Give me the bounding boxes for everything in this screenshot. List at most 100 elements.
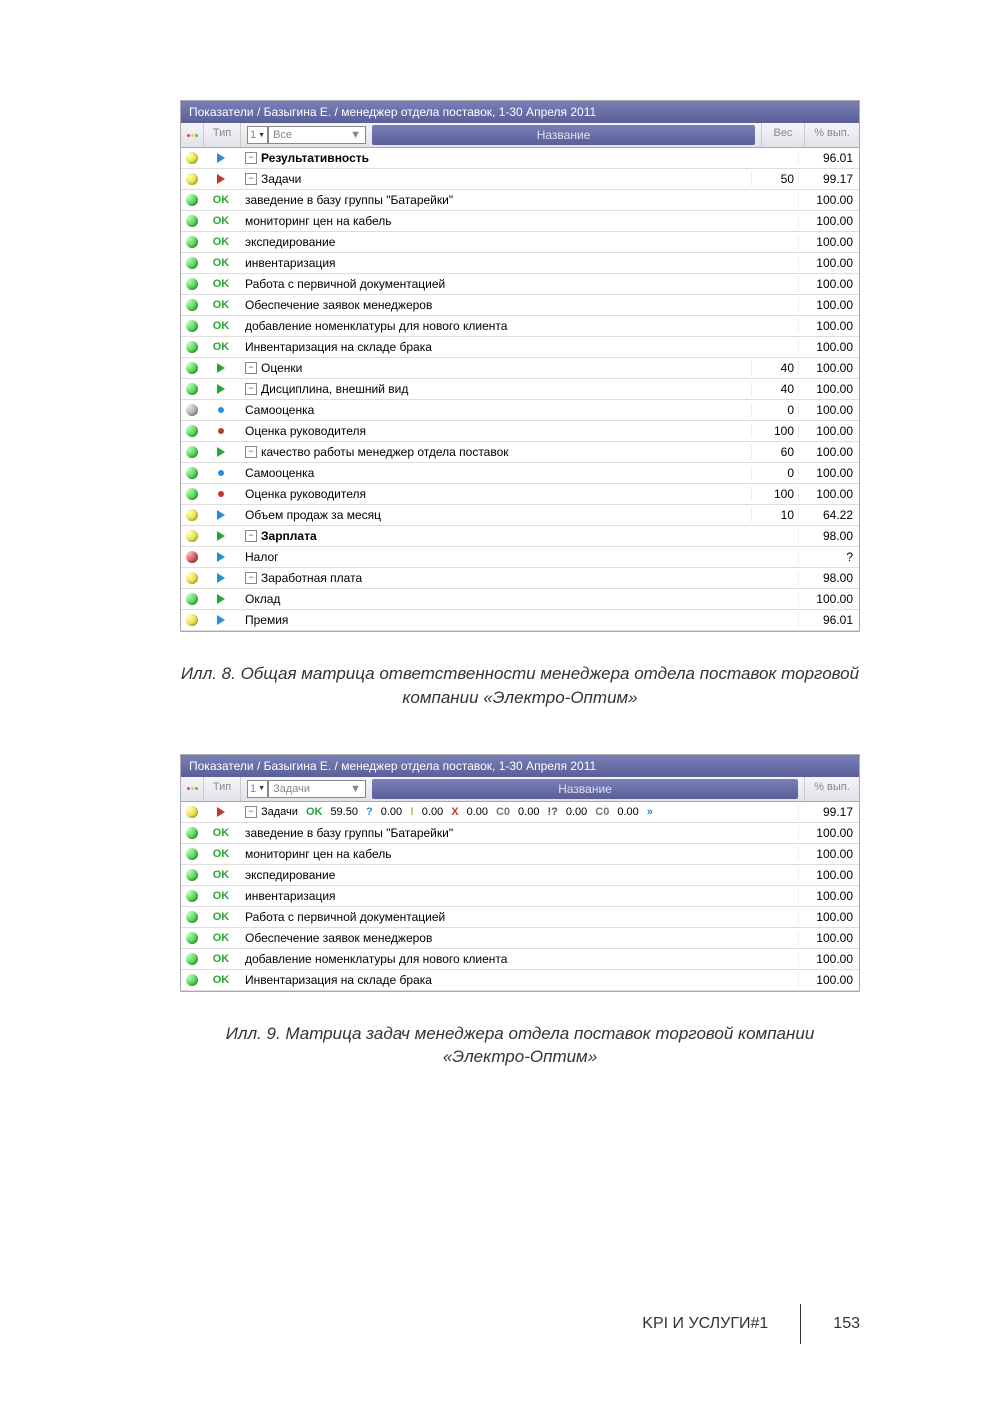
row-weight: 0: [751, 403, 798, 417]
table-row[interactable]: Самооценка 0100.00: [181, 463, 859, 484]
ok-icon: OK: [213, 869, 230, 881]
row-weight: 50: [751, 172, 798, 186]
ok-icon: OK: [213, 278, 230, 290]
row-pct: 100.00: [798, 466, 859, 480]
ok-icon: OK: [213, 194, 230, 206]
row-name: мониторинг цен на кабель: [245, 214, 391, 228]
status-ball: [186, 974, 198, 986]
table-row[interactable]: −Задачи5099.17: [181, 169, 859, 190]
status-ball: [186, 278, 198, 290]
ok-icon: OK: [213, 257, 230, 269]
row-pct: 100.00: [798, 193, 859, 207]
table-row[interactable]: −Зарплата98.00: [181, 526, 859, 547]
table-row[interactable]: −Результативность96.01: [181, 148, 859, 169]
table-row[interactable]: OK заведение в базу группы "Батарейки" 100…: [181, 190, 859, 211]
level-spinner[interactable]: 1▼: [247, 780, 268, 798]
row-pct: 100.00: [798, 340, 859, 354]
collapse-toggle[interactable]: −: [245, 152, 257, 164]
header-status: [181, 123, 204, 147]
table-row[interactable]: OKэкспедирование100.00: [181, 232, 859, 253]
table-row[interactable]: OKдобавление номенклатуры для нового кли…: [181, 316, 859, 337]
status-ball: [186, 551, 198, 563]
row-name: Оценка руководителя: [245, 424, 366, 438]
filter-select[interactable]: Задачи▼: [268, 780, 366, 798]
row-name: экспедирование: [245, 235, 335, 249]
status-ball: [186, 593, 198, 605]
table-row[interactable]: OKИнвентаризация на складе брака100.00: [181, 970, 859, 991]
more-icon[interactable]: »: [647, 806, 653, 818]
table-row[interactable]: OK экспедирование 100.00: [181, 865, 859, 886]
table-row[interactable]: −качество работы менеджер отдела поставо…: [181, 442, 859, 463]
row-pct: 100.00: [798, 256, 859, 270]
row-name: Заработная плата: [261, 571, 362, 585]
row-pct: 100.00: [798, 868, 859, 882]
table-row[interactable]: −Оценки40100.00: [181, 358, 859, 379]
ok-icon: OK: [213, 953, 230, 965]
table-row[interactable]: −Заработная плата98.00: [181, 568, 859, 589]
table-row[interactable]: −Дисциплина, внешний вид40100.00: [181, 379, 859, 400]
table-row[interactable]: OKдобавление номенклатуры для нового кли…: [181, 949, 859, 970]
row-pct: 96.01: [798, 613, 859, 627]
arrow-icon: [217, 174, 225, 184]
table-row[interactable]: OK мониторинг цен на кабель 100.00: [181, 211, 859, 232]
table-row[interactable]: OKинвентаризация100.00: [181, 886, 859, 907]
status-ball: [186, 467, 198, 479]
table-row[interactable]: Оклад100.00: [181, 589, 859, 610]
status-ball: [186, 383, 198, 395]
dot-icon: [218, 428, 224, 434]
table-row[interactable]: Налог?: [181, 547, 859, 568]
collapse-toggle[interactable]: −: [245, 446, 257, 458]
table-row[interactable]: OKОбеспечение заявок менеджеров100.00: [181, 928, 859, 949]
table-row[interactable]: Оценка руководителя100100.00: [181, 421, 859, 442]
type-icon: [217, 807, 225, 817]
table-row[interactable]: OKмониторинг цен на кабель100.00: [181, 844, 859, 865]
row-name: Работа с первичной документацией: [245, 910, 445, 924]
ok-icon: OK: [213, 215, 230, 227]
collapse-toggle[interactable]: −: [245, 572, 257, 584]
collapse-toggle[interactable]: −: [245, 362, 257, 374]
row-name: добавление номенклатуры для нового клиен…: [245, 319, 507, 333]
row-name: заведение в базу группы "Батарейки": [245, 193, 453, 207]
status-ball: [186, 173, 198, 185]
table-header: Тип 1▼ Все▼ Название Вес % вып.: [181, 123, 859, 148]
collapse-toggle[interactable]: −: [245, 806, 257, 818]
status-ball: [186, 806, 198, 818]
table-row[interactable]: Оценка руководителя100100.00: [181, 484, 859, 505]
row-name: качество работы менеджер отдела поставок: [261, 445, 509, 459]
table-row[interactable]: Самооценка0100.00: [181, 400, 859, 421]
row-pct: 100.00: [798, 973, 859, 987]
header-pct: % вып.: [805, 777, 859, 801]
header-pct: % вып.: [805, 123, 859, 147]
row-name: Самооценка: [245, 466, 314, 480]
status-ball: [186, 236, 198, 248]
row-name: экспедирование: [245, 868, 335, 882]
collapse-toggle[interactable]: −: [245, 530, 257, 542]
table-row[interactable]: OKзаведение в базу группы "Батарейки"100…: [181, 823, 859, 844]
row-pct: ?: [798, 550, 859, 564]
row-pct: 100.00: [798, 931, 859, 945]
row-name: Налог: [245, 550, 279, 564]
table-row[interactable]: OKИнвентаризация на складе брака100.00: [181, 337, 859, 358]
row-name: инвентаризация: [245, 256, 336, 270]
row-name: Инвентаризация на складе брака: [245, 340, 432, 354]
row-pct: 100.00: [798, 487, 859, 501]
row-weight: 0: [751, 466, 798, 480]
row-name: Работа с первичной документацией: [245, 277, 445, 291]
table-row[interactable]: Объем продаж за месяц1064.22: [181, 505, 859, 526]
row-pct: 100.00: [798, 214, 859, 228]
row-weight: 100: [751, 424, 798, 438]
collapse-toggle[interactable]: −: [245, 173, 257, 185]
header-type: Тип: [204, 777, 241, 801]
row-pct: 100.00: [798, 910, 859, 924]
table-row[interactable]: OKОбеспечение заявок менеджеров100.00: [181, 295, 859, 316]
row-name: мониторинг цен на кабель: [245, 847, 391, 861]
row-name: Оценка руководителя: [245, 487, 366, 501]
table-row[interactable]: Премия96.01: [181, 610, 859, 631]
filter-select[interactable]: Все▼: [268, 126, 366, 144]
table-row[interactable]: OKРабота с первичной документацией100.00: [181, 907, 859, 928]
level-spinner[interactable]: 1▼: [247, 126, 268, 144]
header-status: [181, 777, 204, 801]
table-row[interactable]: OKРабота с первичной документацией100.00: [181, 274, 859, 295]
table-row[interactable]: OK инвентаризация 100.00: [181, 253, 859, 274]
collapse-toggle[interactable]: −: [245, 383, 257, 395]
